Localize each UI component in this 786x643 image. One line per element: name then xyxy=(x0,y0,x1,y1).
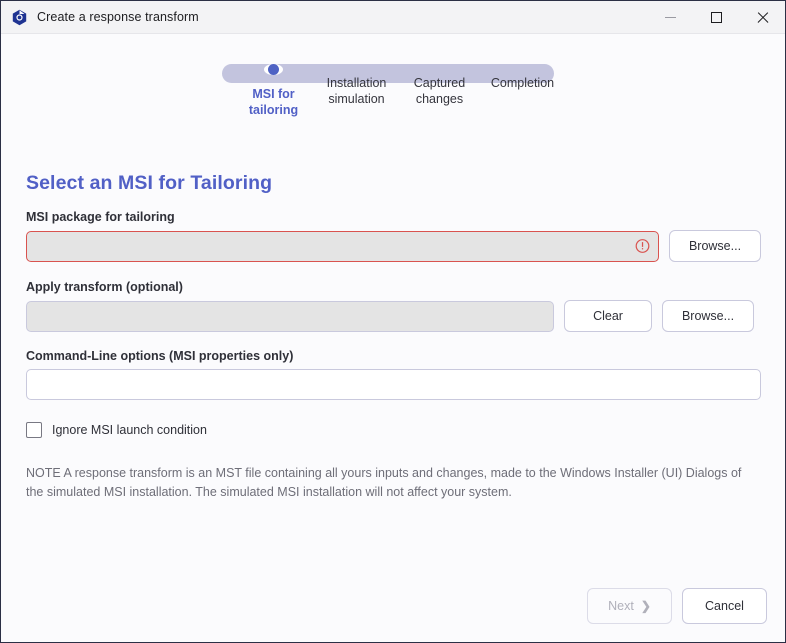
dialog-window: Create a response transform MSI for tail… xyxy=(0,0,786,643)
apply-transform-group: Apply transform (optional) Clear Browse.… xyxy=(26,280,767,332)
app-logo-icon xyxy=(11,9,28,26)
stepper-label-1: MSI for tailoring xyxy=(248,87,299,117)
close-button[interactable] xyxy=(739,1,785,33)
next-button-label: Next xyxy=(608,599,634,613)
msi-package-input[interactable] xyxy=(26,230,659,262)
next-button[interactable]: Next ❯ xyxy=(587,588,672,624)
apply-transform-row: Clear Browse... xyxy=(26,300,767,332)
stepper-step-1[interactable]: MSI for tailoring xyxy=(232,56,315,117)
dialog-footer: Next ❯ Cancel xyxy=(587,588,767,624)
maximize-button[interactable] xyxy=(693,1,739,33)
window-controls xyxy=(647,1,785,33)
dialog-content: MSI for tailoring Installation simulatio… xyxy=(1,34,785,642)
window-title: Create a response transform xyxy=(37,10,199,24)
stepper-step-2[interactable]: Installation simulation xyxy=(315,56,398,106)
msi-package-group: MSI package for tailoring Browse... xyxy=(26,210,767,262)
command-line-input[interactable] xyxy=(26,369,761,400)
command-line-label: Command-Line options (MSI properties onl… xyxy=(26,349,294,363)
cancel-button[interactable]: Cancel xyxy=(682,588,767,624)
stepper-label-3: Captured changes xyxy=(413,76,466,106)
msi-package-input-wrap xyxy=(26,230,659,262)
msi-package-row: Browse... xyxy=(26,230,767,262)
command-line-group: Command-Line options (MSI properties onl… xyxy=(26,349,767,400)
chevron-right-icon: ❯ xyxy=(640,599,651,613)
ignore-launch-condition-checkbox[interactable] xyxy=(26,422,42,438)
msi-package-browse-button[interactable]: Browse... xyxy=(669,230,761,262)
apply-transform-browse-button[interactable]: Browse... xyxy=(662,300,754,332)
maximize-icon xyxy=(710,11,722,23)
apply-transform-input[interactable] xyxy=(26,300,554,332)
title-bar-left: Create a response transform xyxy=(1,9,647,26)
ignore-launch-condition-row[interactable]: Ignore MSI launch condition xyxy=(26,422,767,438)
stepper-dot-1 xyxy=(264,64,283,75)
minimize-button[interactable] xyxy=(647,1,693,33)
form: MSI package for tailoring Browse... Appl… xyxy=(26,210,767,502)
stepper-step-4[interactable]: Completion xyxy=(481,56,564,91)
minimize-icon xyxy=(664,16,676,18)
msi-package-label: MSI package for tailoring xyxy=(26,210,175,224)
stepper-step-3[interactable]: Captured changes xyxy=(398,56,481,106)
close-icon xyxy=(756,11,769,24)
error-exclamation-icon xyxy=(635,239,650,254)
command-line-row xyxy=(26,369,767,400)
wizard-stepper: MSI for tailoring Installation simulatio… xyxy=(1,56,785,156)
note-text: NOTE A response transform is an MST file… xyxy=(26,466,742,499)
ignore-launch-condition-label: Ignore MSI launch condition xyxy=(52,423,207,437)
apply-transform-clear-button[interactable]: Clear xyxy=(564,300,652,332)
stepper-label-2: Installation simulation xyxy=(326,76,387,106)
apply-transform-label: Apply transform (optional) xyxy=(26,280,183,294)
title-bar: Create a response transform xyxy=(1,1,785,34)
page-title: Select an MSI for Tailoring xyxy=(26,172,273,194)
stepper-label-4: Completion xyxy=(490,76,555,90)
